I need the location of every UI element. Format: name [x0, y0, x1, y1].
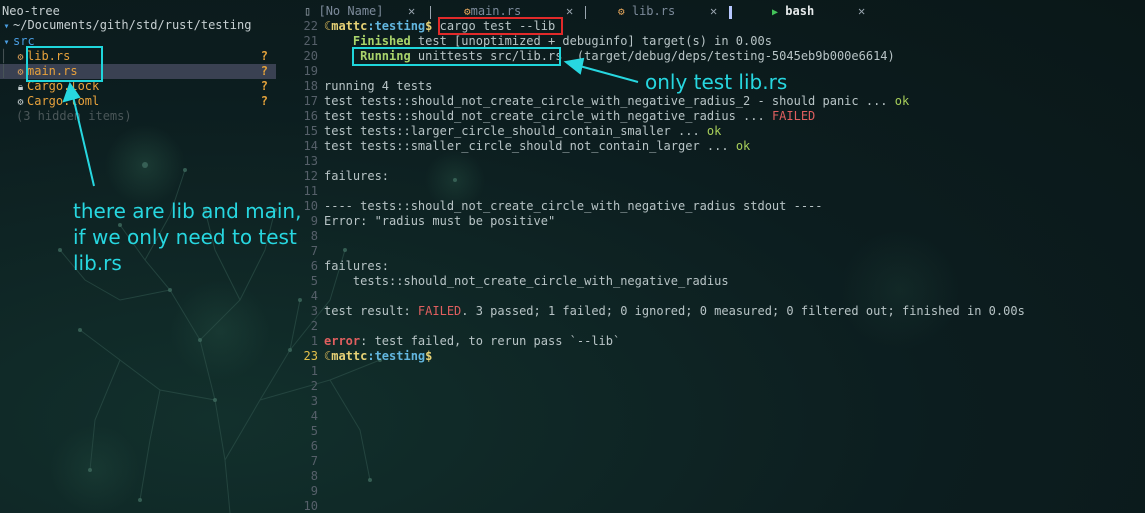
- annotation-sidebar-note: there are lib and main, if we only need …: [73, 199, 302, 275]
- annotation-terminal-note: only test lib.rs: [645, 70, 788, 94]
